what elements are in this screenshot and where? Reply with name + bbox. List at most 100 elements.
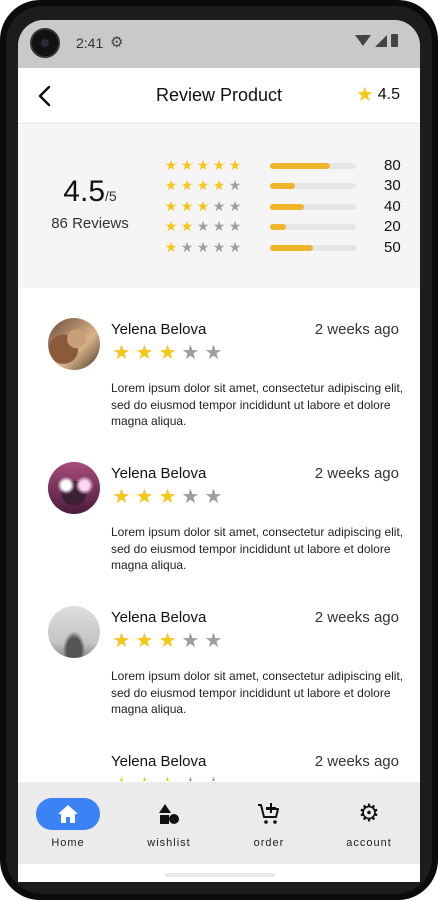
- star-icon: ★: [158, 486, 177, 508]
- distribution-stars: ★ ★ ★ ★ ★: [164, 157, 242, 173]
- distribution-bar: [270, 183, 356, 190]
- review-item: Yelena Belova2 weeks ago★★★★★Lorem ipsum…: [18, 578, 420, 722]
- review-list[interactable]: Yelena Belova 2 weeks ago ★ ★ ★ ★ ★ Lorem ipsum…: [18, 290, 420, 781]
- star-icon: ★: [196, 218, 210, 235]
- star-icon: ★: [180, 157, 194, 173]
- star-icon: ★: [180, 218, 194, 235]
- distribution-bar-fill: [270, 244, 313, 251]
- distribution-bar: [270, 163, 356, 169]
- star-icon: ★: [181, 774, 200, 781]
- star-icon: ★: [181, 342, 200, 364]
- distribution-count: 20: [384, 218, 401, 236]
- nav-label: Home: [51, 837, 85, 849]
- nav-label: account: [346, 837, 392, 849]
- star-icon: ★: [196, 238, 210, 255]
- rating-summary: 4.5 /5 86 Reviews ★ ★ ★ ★ ★ 80 ★ ★ ★ ★ ★ 30 ★ ★ ★ ★ ★ 40 ★…: [18, 125, 420, 288]
- cart-add-icon: [258, 803, 279, 824]
- nav-order[interactable]: order: [229, 798, 309, 849]
- star-icon: ★: [112, 774, 131, 781]
- distribution-bar-fill: [270, 163, 331, 169]
- wifi-icon: [355, 35, 371, 46]
- star-icon: ★: [164, 218, 178, 235]
- review-time: 2 weeks ago: [314, 321, 399, 338]
- app-bar: Review Product ★ 4.5: [18, 68, 420, 124]
- distribution-bar-fill: [270, 224, 287, 231]
- avatar: [48, 318, 100, 370]
- rating-distribution: ★ ★ ★ ★ ★ 80 ★ ★ ★ ★ ★ 30 ★ ★ ★ ★ ★ 40 ★ ★ ★ ★ ★ 20 ★ ★ ★ ★ ★ 50: [164, 156, 404, 258]
- header-rating: ★ 4.5: [356, 85, 400, 105]
- nav-label: order: [253, 837, 285, 849]
- star-icon: ★: [135, 630, 154, 652]
- review-time: 2 weeks ago: [314, 609, 399, 626]
- reviewer-name: Yelena Belova: [111, 465, 207, 482]
- status-icons: [355, 34, 398, 47]
- gear-icon: ⚙: [358, 800, 380, 827]
- star-icon: ★: [112, 630, 131, 652]
- reviewer-name: Yelena Belova: [111, 753, 207, 770]
- star-icon: ★: [204, 774, 223, 781]
- star-icon: ★: [158, 774, 177, 781]
- star-icon: ★: [204, 342, 223, 364]
- star-icon: ★: [158, 342, 177, 364]
- distribution-count: 80: [384, 157, 401, 174]
- status-bar: 2:41 ⚙: [18, 20, 420, 68]
- signal-icon: [375, 34, 387, 47]
- nav-account[interactable]: ⚙ account: [329, 798, 409, 850]
- home-icon: [58, 805, 78, 823]
- shapes-icon: [159, 804, 179, 824]
- review-stars: ★★★★★: [112, 630, 223, 652]
- star-icon: ★: [164, 197, 178, 214]
- distribution-row: ★ ★ ★ ★ ★ 30: [164, 176, 404, 196]
- reviewer-name: Yelena Belova: [111, 321, 207, 338]
- star-icon: ★: [164, 177, 178, 194]
- star-icon: ★: [228, 157, 242, 173]
- review-text: Lorem ipsum dolor sit amet, consectetur …: [111, 669, 404, 716]
- distribution-count: 30: [384, 177, 401, 195]
- star-icon: ★: [228, 238, 242, 255]
- distribution-row: ★ ★ ★ ★ ★ 40: [164, 197, 404, 217]
- distribution-stars: ★ ★ ★ ★ ★: [164, 177, 242, 193]
- star-icon: ★: [212, 177, 226, 194]
- review-stars: ★★★★★: [112, 342, 223, 364]
- nav-wishlist[interactable]: wishlist: [129, 798, 209, 849]
- star-icon: ★: [355, 84, 374, 106]
- star-icon: ★: [228, 197, 242, 214]
- star-icon: ★: [135, 774, 154, 781]
- review-item: Yelena Belova 2 weeks ago ★★★★★ Lorem ipsum…: [18, 434, 420, 578]
- settings-status-icon: ⚙: [110, 34, 124, 51]
- star-icon: ★: [180, 197, 194, 214]
- nav-home[interactable]: Home: [28, 798, 108, 849]
- distribution-row: ★ ★ ★ ★ ★ 80: [164, 156, 404, 176]
- star-icon: ★: [164, 238, 178, 255]
- star-icon: ★: [112, 342, 131, 364]
- star-icon: ★: [212, 197, 226, 214]
- review-time: 2 weeks ago: [314, 753, 399, 770]
- review-item: Yelena Belova2 weeks ago★★★★★Lorem ipsum…: [18, 290, 420, 434]
- distribution-stars: ★ ★ ★ ★ ★: [164, 218, 242, 234]
- distribution-bar: [270, 224, 356, 231]
- star-icon: ★: [181, 630, 200, 652]
- gesture-home-bar[interactable]: [165, 873, 275, 877]
- screen: 2:41 ⚙ Review Product ★ 4.5 4.5 /5 86 Re…: [18, 20, 420, 882]
- star-icon: ★: [164, 157, 178, 173]
- star-icon: ★: [228, 218, 242, 235]
- star-icon: ★: [181, 486, 200, 508]
- star-icon: ★: [196, 177, 210, 194]
- front-camera: [30, 28, 60, 58]
- avatar: [48, 606, 100, 658]
- review-text: Lorem ipsum dolor sit amet, consectetur …: [111, 525, 404, 572]
- review-time: 2 weeks ago: [314, 465, 399, 482]
- star-icon: ★: [135, 342, 154, 364]
- distribution-bar-fill: [270, 203, 305, 210]
- star-icon: ★: [212, 218, 226, 235]
- distribution-stars: ★ ★ ★ ★ ★: [164, 239, 242, 255]
- star-icon: ★: [204, 630, 223, 652]
- star-icon: ★: [196, 197, 210, 214]
- review-item: Yelena Belova2 weeks ago★★★★★Lorem ipsum…: [18, 722, 420, 781]
- review-stars: ★★★★★: [112, 486, 223, 508]
- rating-out-of: /5: [105, 188, 117, 204]
- status-time: 2:41: [76, 35, 104, 51]
- distribution-row: ★ ★ ★ ★ ★ 20: [164, 217, 404, 237]
- star-icon: ★: [212, 157, 226, 173]
- distribution-stars: ★ ★ ★ ★ ★: [164, 198, 242, 214]
